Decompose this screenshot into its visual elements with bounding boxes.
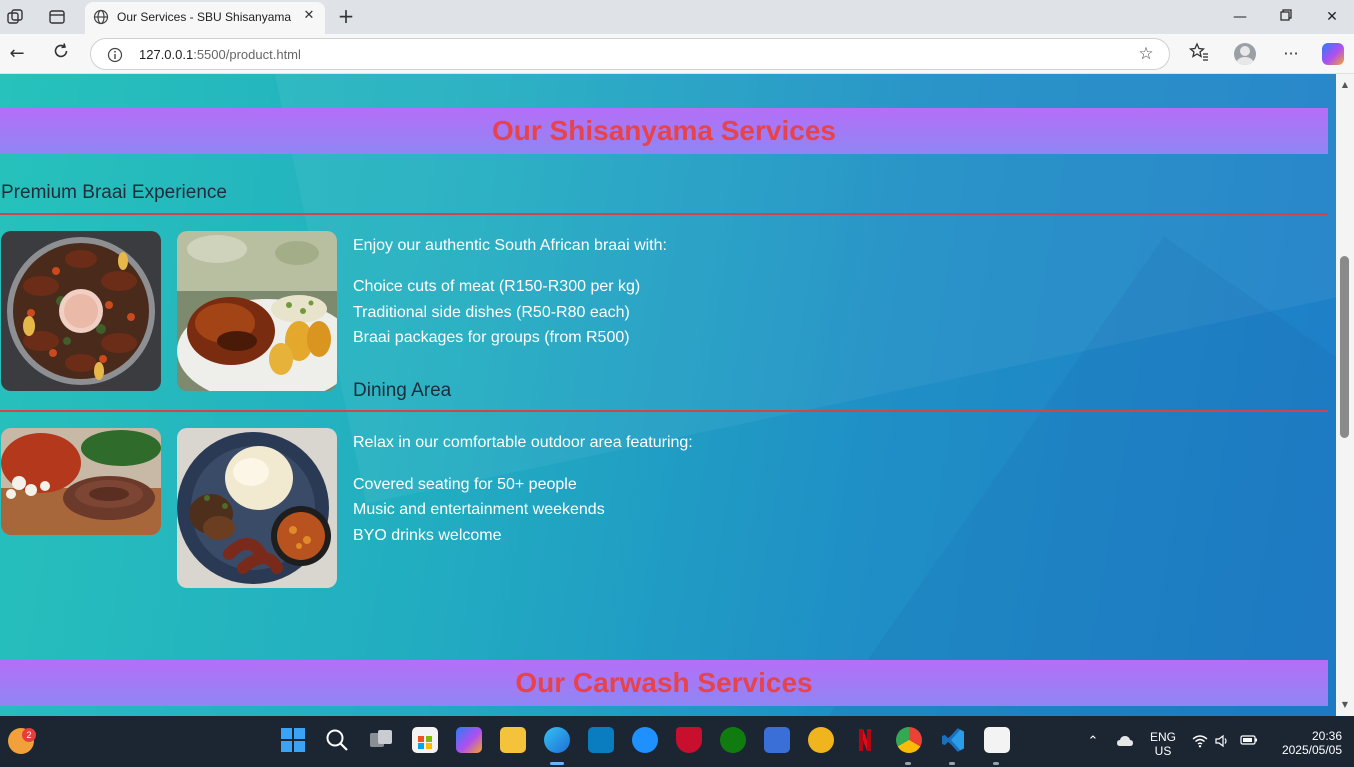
mixed-grill-image	[177, 428, 337, 588]
carwash-banner: Our Carwash Services	[0, 660, 1328, 706]
get-help-icon[interactable]	[632, 727, 658, 753]
chevron-up-icon[interactable]: ⌃	[1085, 734, 1101, 750]
language-code: ENG	[1149, 730, 1176, 744]
vscode-icon[interactable]	[940, 727, 966, 753]
url-path: :5500/product.html	[193, 47, 301, 62]
close-window-button[interactable]: ✕	[1321, 6, 1343, 28]
running-indicator	[949, 762, 955, 765]
braai-intro: Enjoy our authentic South African braai …	[353, 237, 667, 254]
mcafee-icon[interactable]	[676, 727, 702, 753]
dining-item: BYO drinks welcome	[353, 527, 502, 544]
store-icon[interactable]	[412, 727, 438, 753]
search-icon[interactable]	[324, 727, 350, 753]
windows-taskbar: 2 ⌃ ENG US 20:36 2025/05/05	[0, 716, 1354, 767]
browser-titlebar: Our Services - SBU Shisanyama & ✕ + — ✕	[0, 0, 1354, 34]
new-tab-button[interactable]: +	[336, 6, 356, 26]
restore-button[interactable]	[1275, 6, 1297, 28]
vpn-shield-icon[interactable]	[808, 727, 834, 753]
dining-item: Music and entertainment weekends	[353, 501, 605, 518]
tab-actions-icon[interactable]	[48, 8, 66, 26]
braai-platter-image	[1, 231, 161, 391]
braai-section-title: Premium Braai Experience	[1, 182, 227, 203]
copilot-app-icon[interactable]	[456, 727, 482, 753]
url-text: 127.0.0.1:5500/product.html	[139, 47, 301, 62]
favorites-icon[interactable]	[1187, 42, 1211, 66]
pap-and-wors-image	[1, 428, 161, 535]
file-explorer-icon[interactable]	[500, 727, 526, 753]
braai-item: Traditional side dishes (R50-R80 each)	[353, 304, 630, 321]
copilot-icon[interactable]	[1322, 43, 1344, 65]
globe-icon	[93, 9, 109, 25]
running-indicator	[905, 762, 911, 765]
profile-avatar[interactable]	[1234, 43, 1256, 65]
dining-item: Covered seating for 50+ people	[353, 476, 577, 493]
braai-item: Braai packages for groups (from R500)	[353, 329, 630, 346]
xbox-icon[interactable]	[720, 727, 746, 753]
edge-icon[interactable]	[544, 727, 570, 753]
address-bar[interactable]: 127.0.0.1:5500/product.html ☆	[90, 38, 1170, 70]
start-icon[interactable]	[280, 727, 306, 753]
task-view-icon[interactable]	[368, 727, 394, 753]
grilled-chicken-image	[177, 231, 337, 391]
people-game-icon[interactable]	[764, 727, 790, 753]
language-indicator[interactable]: ENG US	[1148, 730, 1178, 758]
active-app-indicator	[550, 762, 564, 765]
clock[interactable]: 20:36 2025/05/05	[1266, 729, 1342, 757]
battery-icon[interactable]	[1240, 734, 1257, 750]
snipping-tool-icon[interactable]	[984, 727, 1010, 753]
notification-badge: 2	[22, 728, 36, 742]
dining-intro: Relax in our comfortable outdoor area fe…	[353, 434, 693, 451]
favorite-star-icon[interactable]: ☆	[1137, 45, 1155, 63]
close-tab-icon[interactable]: ✕	[301, 8, 317, 24]
braai-item: Choice cuts of meat (R150-R300 per kg)	[353, 278, 641, 295]
wifi-icon[interactable]	[1192, 734, 1208, 750]
page-viewport: Our Shisanyama Services Premium Braai Ex…	[0, 74, 1336, 716]
active-tab[interactable]: Our Services - SBU Shisanyama & ✕	[85, 2, 325, 34]
back-arrow-icon[interactable]: ←	[5, 42, 29, 66]
minimize-button[interactable]: —	[1229, 6, 1251, 28]
onedrive-icon[interactable]	[1116, 734, 1133, 750]
region-code: US	[1154, 744, 1172, 758]
tab-title: Our Services - SBU Shisanyama &	[117, 10, 293, 24]
dining-section-title: Dining Area	[353, 380, 452, 401]
services-banner: Our Shisanyama Services	[0, 108, 1328, 154]
volume-icon[interactable]	[1214, 734, 1230, 750]
browser-toolbar: ← 127.0.0.1:5500/product.html ☆ ···	[0, 34, 1354, 74]
running-indicator	[993, 762, 999, 765]
url-host: 127.0.0.1	[139, 47, 194, 62]
refresh-icon[interactable]	[49, 42, 73, 66]
dining-divider	[0, 410, 1328, 412]
chrome-icon[interactable]	[896, 727, 922, 753]
services-heading: Our Shisanyama Services	[492, 115, 836, 146]
myhp-icon[interactable]	[588, 727, 614, 753]
carwash-heading: Our Carwash Services	[515, 667, 813, 698]
page-scrollbar[interactable]: ▲ ▼	[1336, 74, 1354, 716]
netflix-icon[interactable]	[852, 727, 878, 753]
scroll-up-arrow-icon[interactable]: ▲	[1340, 80, 1350, 90]
clock-date: 2025/05/05	[1281, 743, 1342, 757]
more-options-icon[interactable]: ···	[1279, 42, 1303, 66]
site-info-icon[interactable]	[107, 47, 123, 63]
clock-time: 20:36	[1311, 729, 1342, 743]
scroll-down-arrow-icon[interactable]: ▼	[1340, 700, 1350, 710]
braai-divider	[0, 213, 1328, 215]
scroll-thumb[interactable]	[1340, 256, 1349, 438]
workspaces-icon[interactable]	[6, 8, 24, 26]
